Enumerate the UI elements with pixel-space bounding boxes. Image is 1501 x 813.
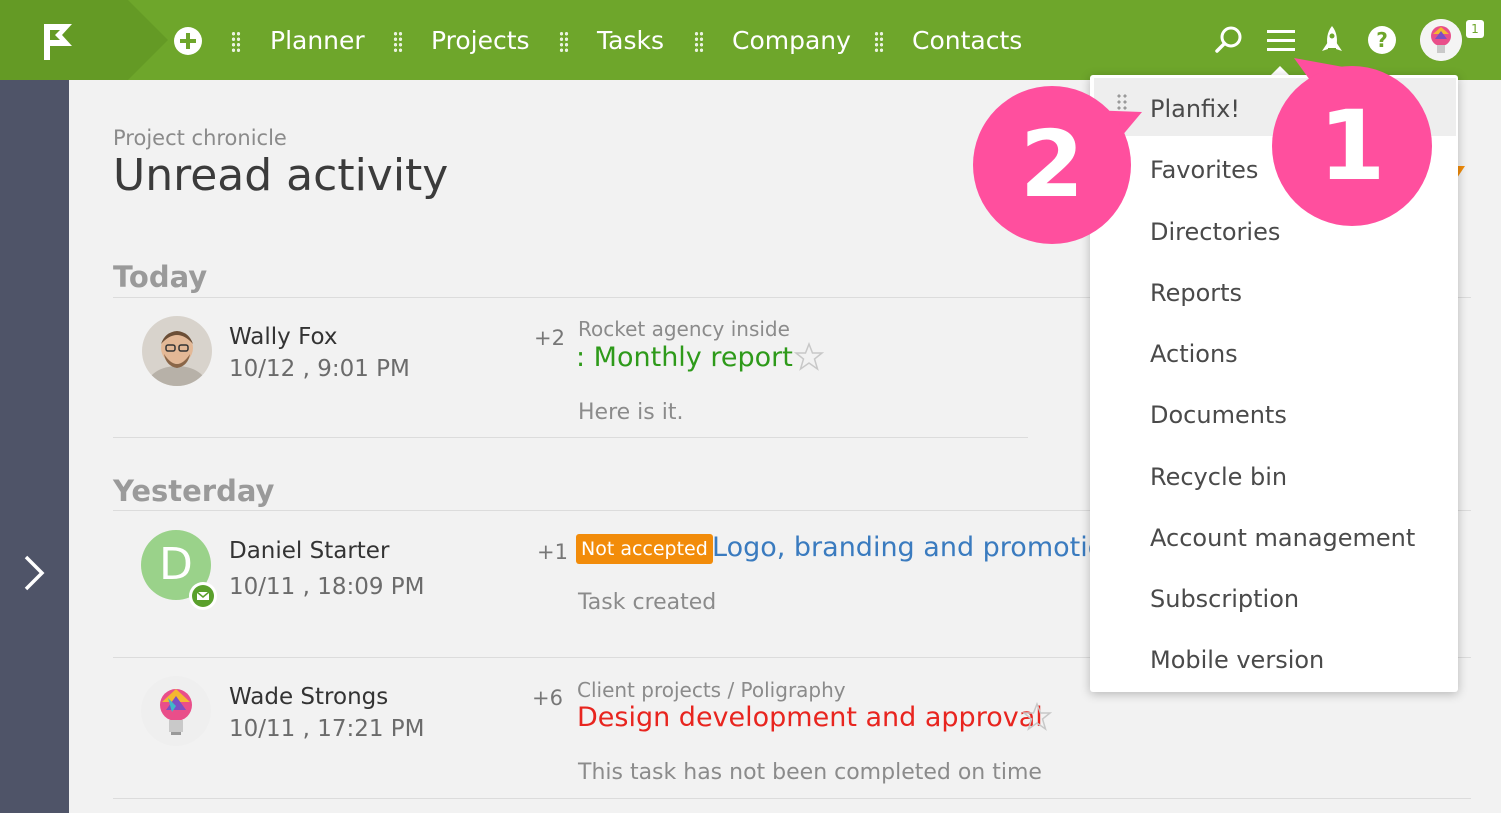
logo-area[interactable] <box>0 0 128 80</box>
lightbulb-avatar-icon <box>1420 19 1462 61</box>
author-name[interactable]: Wade Strongs <box>229 684 388 710</box>
lightbulb-avatar-icon <box>141 676 211 746</box>
divider <box>113 437 1028 438</box>
menu-item-subscription[interactable]: Subscription <box>1150 579 1299 619</box>
callout-2: 2 <box>973 86 1131 244</box>
callout-1: 1 <box>1272 66 1432 226</box>
menu-item-documents[interactable]: Documents <box>1150 395 1287 435</box>
menu-item-favorites[interactable]: Favorites <box>1150 150 1258 190</box>
menu-item-reports[interactable]: Reports <box>1150 273 1242 313</box>
left-sidebar-rail <box>0 80 69 813</box>
nav-company[interactable]: Company <box>732 24 851 58</box>
timestamp: 10/12 , 9:01 PM <box>229 356 410 382</box>
status-badge: Not accepted <box>576 534 713 564</box>
svg-text:?: ? <box>1376 28 1388 52</box>
nav-contacts[interactable]: Contacts <box>912 24 1022 58</box>
comment-text: Task created <box>578 590 717 615</box>
search-icon[interactable] <box>1212 22 1246 58</box>
avatar[interactable] <box>142 316 212 386</box>
author-name[interactable]: Daniel Starter <box>229 538 389 564</box>
add-icon[interactable] <box>174 27 202 55</box>
drag-handle-icon[interactable] <box>559 31 569 53</box>
menu-item-account-management[interactable]: Account management <box>1150 518 1415 558</box>
comment-count[interactable]: +2 <box>534 326 565 350</box>
page-title: Unread activity <box>113 150 449 201</box>
drag-handle-icon[interactable] <box>874 31 884 53</box>
menu-item-recycle-bin[interactable]: Recycle bin <box>1150 457 1287 497</box>
comment-text: Here is it. <box>578 400 684 425</box>
timestamp: 10/11 , 17:21 PM <box>229 716 425 742</box>
comment-text: This task has not been completed on time <box>578 760 1042 785</box>
menu-item-directories[interactable]: Directories <box>1150 212 1280 252</box>
comment-count[interactable]: +1 <box>537 540 568 564</box>
drag-handle-icon[interactable] <box>694 31 704 53</box>
project-link[interactable]: Client projects / Poligraphy <box>577 678 846 702</box>
breadcrumb[interactable]: Project chronicle <box>113 126 287 150</box>
section-header-yesterday: Yesterday <box>113 474 275 508</box>
drag-handle-icon[interactable] <box>231 31 241 53</box>
nav-planner[interactable]: Planner <box>270 24 365 58</box>
star-icon[interactable] <box>794 342 824 372</box>
nav-projects[interactable]: Projects <box>431 24 530 58</box>
avatar[interactable] <box>141 676 211 746</box>
task-title-link[interactable]: Design development and approval <box>577 702 1043 733</box>
timestamp: 10/11 , 18:09 PM <box>229 574 425 600</box>
menu-item-planfix[interactable]: Planfix! <box>1150 89 1240 129</box>
avatar[interactable] <box>1420 19 1462 61</box>
drag-handle-icon[interactable] <box>393 31 403 53</box>
star-icon[interactable] <box>1022 702 1052 732</box>
email-icon <box>189 582 217 610</box>
menu-item-mobile-version[interactable]: Mobile version <box>1150 640 1324 680</box>
menu-item-actions[interactable]: Actions <box>1150 334 1238 374</box>
task-title-link[interactable]: Logo, branding and promotion <box>712 532 1121 563</box>
comment-count[interactable]: +6 <box>532 686 563 710</box>
person-photo-icon <box>142 316 212 386</box>
envelope-icon <box>196 591 210 600</box>
notification-count-badge[interactable]: 1 <box>1466 20 1484 38</box>
logo-flag-icon <box>44 24 72 60</box>
nav-tasks[interactable]: Tasks <box>597 24 664 58</box>
logo-arrow-shape <box>128 0 168 80</box>
task-title-link[interactable]: : Monthly report <box>576 342 793 373</box>
author-name[interactable]: Wally Fox <box>229 324 337 350</box>
chevron-right-icon[interactable] <box>18 552 48 594</box>
help-icon[interactable]: ? <box>1365 22 1399 58</box>
project-link[interactable]: Rocket agency inside <box>578 317 790 341</box>
divider <box>113 798 1471 799</box>
section-header-today: Today <box>113 260 208 294</box>
